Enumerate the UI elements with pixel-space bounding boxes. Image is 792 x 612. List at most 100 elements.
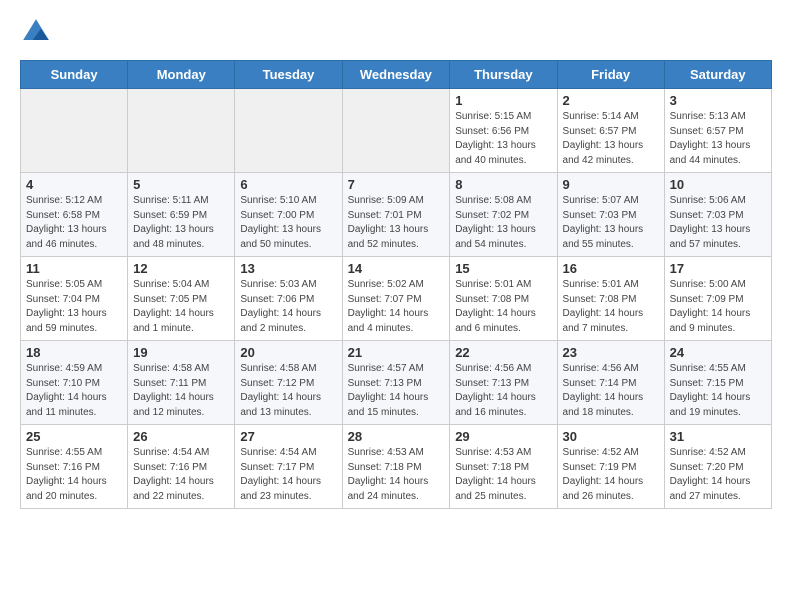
day-info: Sunrise: 5:06 AM Sunset: 7:03 PM Dayligh… — [670, 194, 766, 252]
day-info: Sunrise: 5:14 AM Sunset: 6:57 PM Dayligh… — [563, 110, 659, 168]
day-number: 15 — [455, 261, 551, 276]
day-number: 21 — [348, 345, 445, 360]
day-info: Sunrise: 4:56 AM Sunset: 7:13 PM Dayligh… — [455, 362, 551, 420]
day-number: 28 — [348, 429, 445, 444]
day-number: 5 — [133, 177, 229, 192]
day-number: 23 — [563, 345, 659, 360]
day-number: 25 — [26, 429, 122, 444]
calendar-cell: 30 Sunrise: 4:52 AM Sunset: 7:19 PM Dayli… — [557, 425, 664, 509]
logo-icon — [20, 16, 52, 48]
calendar-cell: 11 Sunrise: 5:05 AM Sunset: 7:04 PM Dayli… — [21, 257, 128, 341]
calendar-cell: 21 Sunrise: 4:57 AM Sunset: 7:13 PM Dayli… — [342, 341, 450, 425]
day-info: Sunrise: 4:57 AM Sunset: 7:13 PM Dayligh… — [348, 362, 445, 420]
calendar-cell: 28 Sunrise: 4:53 AM Sunset: 7:18 PM Dayli… — [342, 425, 450, 509]
day-info: Sunrise: 4:54 AM Sunset: 7:17 PM Dayligh… — [240, 446, 336, 504]
day-info: Sunrise: 5:10 AM Sunset: 7:00 PM Dayligh… — [240, 194, 336, 252]
day-info: Sunrise: 4:53 AM Sunset: 7:18 PM Dayligh… — [348, 446, 445, 504]
day-number: 31 — [670, 429, 766, 444]
calendar-cell — [342, 89, 450, 173]
day-info: Sunrise: 5:05 AM Sunset: 7:04 PM Dayligh… — [26, 278, 122, 336]
day-number: 3 — [670, 93, 766, 108]
day-number: 17 — [670, 261, 766, 276]
calendar-cell: 29 Sunrise: 4:53 AM Sunset: 7:18 PM Dayli… — [450, 425, 557, 509]
calendar-cell: 19 Sunrise: 4:58 AM Sunset: 7:11 PM Dayli… — [128, 341, 235, 425]
day-number: 2 — [563, 93, 659, 108]
calendar-cell: 17 Sunrise: 5:00 AM Sunset: 7:09 PM Dayli… — [664, 257, 771, 341]
day-of-week-header: Wednesday — [342, 61, 450, 89]
day-number: 22 — [455, 345, 551, 360]
day-info: Sunrise: 4:55 AM Sunset: 7:16 PM Dayligh… — [26, 446, 122, 504]
calendar-cell — [21, 89, 128, 173]
calendar-cell: 26 Sunrise: 4:54 AM Sunset: 7:16 PM Dayli… — [128, 425, 235, 509]
calendar-body: 1Sunrise: 5:15 AM Sunset: 6:56 PM Daylig… — [21, 89, 772, 509]
day-number: 12 — [133, 261, 229, 276]
day-number: 16 — [563, 261, 659, 276]
day-of-week-header: Saturday — [664, 61, 771, 89]
calendar-cell: 6 Sunrise: 5:10 AM Sunset: 7:00 PM Daylig… — [235, 173, 342, 257]
day-info: Sunrise: 5:02 AM Sunset: 7:07 PM Dayligh… — [348, 278, 445, 336]
week-row: 25 Sunrise: 4:55 AM Sunset: 7:16 PM Dayli… — [21, 425, 772, 509]
day-info: Sunrise: 5:04 AM Sunset: 7:05 PM Dayligh… — [133, 278, 229, 336]
calendar-cell — [235, 89, 342, 173]
day-info: Sunrise: 4:56 AM Sunset: 7:14 PM Dayligh… — [563, 362, 659, 420]
day-number: 6 — [240, 177, 336, 192]
day-of-week-header: Thursday — [450, 61, 557, 89]
week-row: 11 Sunrise: 5:05 AM Sunset: 7:04 PM Dayli… — [21, 257, 772, 341]
week-row: 1Sunrise: 5:15 AM Sunset: 6:56 PM Daylig… — [21, 89, 772, 173]
day-info: Sunrise: 5:01 AM Sunset: 7:08 PM Dayligh… — [455, 278, 551, 336]
calendar-cell: 3 Sunrise: 5:13 AM Sunset: 6:57 PM Daylig… — [664, 89, 771, 173]
day-number: 19 — [133, 345, 229, 360]
day-number: 24 — [670, 345, 766, 360]
calendar-cell: 25 Sunrise: 4:55 AM Sunset: 7:16 PM Dayli… — [21, 425, 128, 509]
day-info: Sunrise: 5:03 AM Sunset: 7:06 PM Dayligh… — [240, 278, 336, 336]
calendar-cell: 8Sunrise: 5:08 AM Sunset: 7:02 PM Daylig… — [450, 173, 557, 257]
calendar-cell: 27 Sunrise: 4:54 AM Sunset: 7:17 PM Dayli… — [235, 425, 342, 509]
day-info: Sunrise: 5:00 AM Sunset: 7:09 PM Dayligh… — [670, 278, 766, 336]
day-number: 29 — [455, 429, 551, 444]
day-info: Sunrise: 5:07 AM Sunset: 7:03 PM Dayligh… — [563, 194, 659, 252]
day-number: 7 — [348, 177, 445, 192]
day-of-week-header: Sunday — [21, 61, 128, 89]
day-number: 9 — [563, 177, 659, 192]
day-info: Sunrise: 5:13 AM Sunset: 6:57 PM Dayligh… — [670, 110, 766, 168]
day-number: 11 — [26, 261, 122, 276]
day-number: 14 — [348, 261, 445, 276]
day-info: Sunrise: 5:11 AM Sunset: 6:59 PM Dayligh… — [133, 194, 229, 252]
week-row: 18Sunrise: 4:59 AM Sunset: 7:10 PM Dayli… — [21, 341, 772, 425]
day-of-week-header: Tuesday — [235, 61, 342, 89]
calendar-cell: 7Sunrise: 5:09 AM Sunset: 7:01 PM Daylig… — [342, 173, 450, 257]
calendar-cell: 24Sunrise: 4:55 AM Sunset: 7:15 PM Dayli… — [664, 341, 771, 425]
page: SundayMondayTuesdayWednesdayThursdayFrid… — [0, 0, 792, 525]
calendar-cell: 16Sunrise: 5:01 AM Sunset: 7:08 PM Dayli… — [557, 257, 664, 341]
calendar-cell: 5 Sunrise: 5:11 AM Sunset: 6:59 PM Daylig… — [128, 173, 235, 257]
day-number: 27 — [240, 429, 336, 444]
calendar-cell: 13 Sunrise: 5:03 AM Sunset: 7:06 PM Dayli… — [235, 257, 342, 341]
day-of-week-header: Friday — [557, 61, 664, 89]
calendar-cell: 14 Sunrise: 5:02 AM Sunset: 7:07 PM Dayli… — [342, 257, 450, 341]
calendar-table: SundayMondayTuesdayWednesdayThursdayFrid… — [20, 60, 772, 509]
calendar-cell: 22 Sunrise: 4:56 AM Sunset: 7:13 PM Dayli… — [450, 341, 557, 425]
calendar-cell: 23 Sunrise: 4:56 AM Sunset: 7:14 PM Dayli… — [557, 341, 664, 425]
day-number: 13 — [240, 261, 336, 276]
calendar-cell: 9 Sunrise: 5:07 AM Sunset: 7:03 PM Daylig… — [557, 173, 664, 257]
day-number: 26 — [133, 429, 229, 444]
day-info: Sunrise: 4:58 AM Sunset: 7:11 PM Dayligh… — [133, 362, 229, 420]
day-info: Sunrise: 4:58 AM Sunset: 7:12 PM Dayligh… — [240, 362, 336, 420]
calendar-cell: 20Sunrise: 4:58 AM Sunset: 7:12 PM Dayli… — [235, 341, 342, 425]
day-info: Sunrise: 4:59 AM Sunset: 7:10 PM Dayligh… — [26, 362, 122, 420]
day-info: Sunrise: 4:52 AM Sunset: 7:19 PM Dayligh… — [563, 446, 659, 504]
calendar-cell: 15 Sunrise: 5:01 AM Sunset: 7:08 PM Dayli… — [450, 257, 557, 341]
logo — [20, 16, 56, 48]
day-number: 4 — [26, 177, 122, 192]
day-number: 10 — [670, 177, 766, 192]
days-of-week-row: SundayMondayTuesdayWednesdayThursdayFrid… — [21, 61, 772, 89]
day-info: Sunrise: 4:52 AM Sunset: 7:20 PM Dayligh… — [670, 446, 766, 504]
day-number: 30 — [563, 429, 659, 444]
header — [20, 16, 772, 48]
calendar-cell: 10 Sunrise: 5:06 AM Sunset: 7:03 PM Dayli… — [664, 173, 771, 257]
calendar-cell: 18Sunrise: 4:59 AM Sunset: 7:10 PM Dayli… — [21, 341, 128, 425]
calendar-cell: 12 Sunrise: 5:04 AM Sunset: 7:05 PM Dayli… — [128, 257, 235, 341]
day-number: 1 — [455, 93, 551, 108]
day-info: Sunrise: 4:54 AM Sunset: 7:16 PM Dayligh… — [133, 446, 229, 504]
day-info: Sunrise: 4:53 AM Sunset: 7:18 PM Dayligh… — [455, 446, 551, 504]
